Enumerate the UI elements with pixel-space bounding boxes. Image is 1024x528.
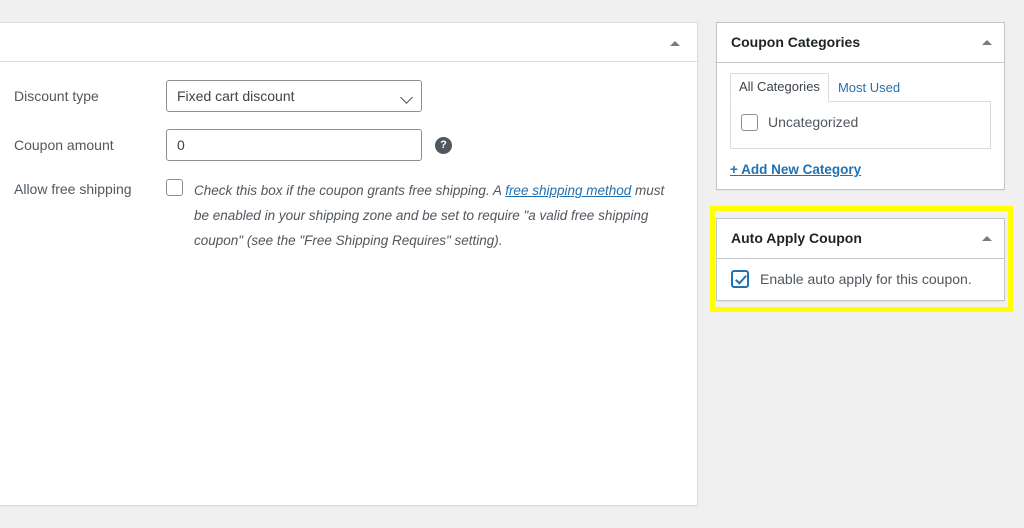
field-row-discount-type: Discount type Fixed cart discount <box>0 80 697 112</box>
coupon-data-panel-header <box>0 23 697 62</box>
enable-auto-apply-label: Enable auto apply for this coupon. <box>760 271 972 287</box>
category-list-item: Uncategorized <box>741 113 980 131</box>
panel-collapse-toggle[interactable] <box>663 34 687 52</box>
free-shipping-desc-part1: Check this box if the coupon grants free… <box>194 183 506 198</box>
caret-up-icon <box>670 40 680 46</box>
coupon-categories-body: All Categories Most Used Uncategorized +… <box>717 63 1004 189</box>
caret-up-icon <box>982 40 992 45</box>
coupon-data-panel: Discount type Fixed cart discount Coupon… <box>0 22 698 506</box>
auto-apply-coupon-title: Auto Apply Coupon <box>731 229 862 246</box>
coupon-categories-collapse-toggle[interactable] <box>982 40 992 45</box>
category-checklist: Uncategorized <box>730 101 991 149</box>
auto-apply-coupon-body: Enable auto apply for this coupon. <box>717 259 1004 300</box>
tab-most-used[interactable]: Most Used <box>829 74 909 102</box>
free-shipping-method-link[interactable]: free shipping method <box>505 183 631 198</box>
coupon-categories-tabs: All Categories Most Used <box>730 73 991 102</box>
coupon-categories-panel: Coupon Categories All Categories Most Us… <box>716 22 1005 190</box>
category-uncategorized-label: Uncategorized <box>768 114 859 130</box>
caret-up-icon <box>982 236 992 241</box>
coupon-categories-title: Coupon Categories <box>731 33 861 50</box>
coupon-amount-label: Coupon amount <box>14 137 114 153</box>
field-row-allow-free-shipping: Allow free shipping Check this box if th… <box>0 178 697 253</box>
coupon-categories-header: Coupon Categories <box>717 23 1004 63</box>
add-new-category-link[interactable]: + Add New Category <box>730 162 861 177</box>
auto-apply-collapse-toggle[interactable] <box>982 236 992 241</box>
field-row-coupon-amount: Coupon amount ? <box>0 129 697 161</box>
help-question-icon[interactable]: ? <box>435 137 452 154</box>
enable-auto-apply-checkbox[interactable] <box>731 270 749 288</box>
sidebar: Coupon Categories All Categories Most Us… <box>716 22 1005 190</box>
allow-free-shipping-label: Allow free shipping <box>14 181 132 197</box>
coupon-amount-input[interactable] <box>166 129 422 161</box>
category-uncategorized-checkbox[interactable] <box>741 114 758 131</box>
auto-apply-coupon-postbox: Auto Apply Coupon Enable auto apply for … <box>716 218 1005 301</box>
discount-type-select[interactable]: Fixed cart discount <box>166 80 422 112</box>
auto-apply-coupon-panel: Auto Apply Coupon Enable auto apply for … <box>716 218 1005 301</box>
coupon-general-fields: Discount type Fixed cart discount Coupon… <box>0 62 697 253</box>
auto-apply-coupon-header: Auto Apply Coupon <box>717 219 1004 259</box>
allow-free-shipping-checkbox[interactable] <box>166 179 183 196</box>
allow-free-shipping-description: Check this box if the coupon grants free… <box>194 178 683 253</box>
discount-type-label: Discount type <box>14 88 99 104</box>
tab-all-categories[interactable]: All Categories <box>730 73 829 102</box>
